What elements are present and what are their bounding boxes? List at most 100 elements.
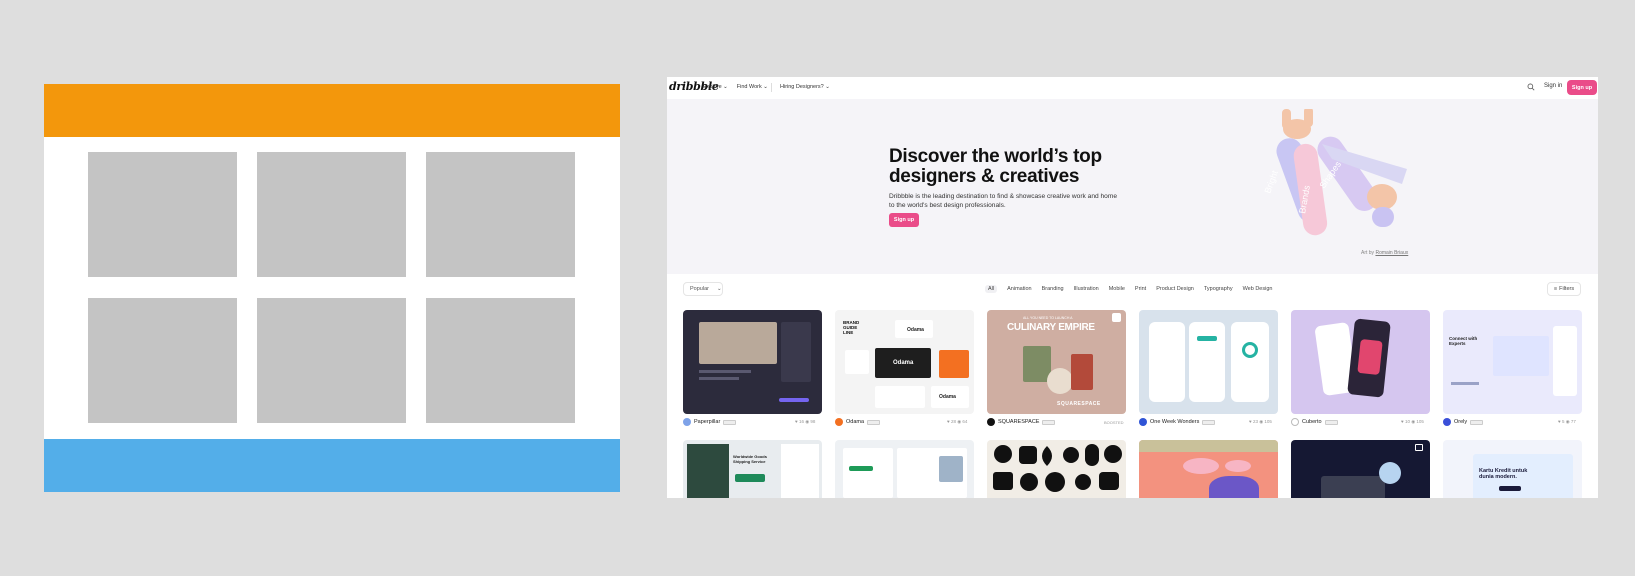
avatar[interactable]	[683, 418, 691, 426]
tab-web-design[interactable]: Web Design	[1243, 286, 1273, 293]
filter-row: Popular ⌄ All Animation Branding Illustr…	[667, 274, 1598, 302]
shot-meta: Odama ♥ 28 ◉ 64	[835, 417, 974, 427]
pattern-illustration	[993, 444, 1122, 492]
hero-description: Dribbble is the leading destination to f…	[889, 193, 1117, 209]
shot-card[interactable]	[835, 440, 974, 498]
nav-hiring-designers[interactable]: Hiring Designers? ⌄	[780, 84, 830, 90]
tab-animation[interactable]: Animation	[1007, 286, 1031, 293]
wireframe-footer-bar	[44, 439, 620, 492]
shot-card[interactable]: Worldwide Goods Shipping Service	[683, 440, 822, 498]
shot-card[interactable]	[1291, 440, 1430, 498]
tab-branding[interactable]: Branding	[1042, 286, 1064, 293]
tab-product-design[interactable]: Product Design	[1156, 286, 1194, 293]
shot-author[interactable]: One Week Wonders	[1150, 419, 1199, 425]
shot-card[interactable]	[1291, 310, 1430, 414]
hero-tag-text: Bright	[1262, 169, 1280, 195]
shot-card-text: Worldwide Goods Shipping Service	[733, 454, 767, 464]
shot-card[interactable]: Connect with Experts	[1443, 310, 1582, 414]
tab-print[interactable]: Print	[1135, 286, 1146, 293]
chevron-down-icon: ⌄	[716, 286, 722, 292]
shot-card-text: ALL YOU NEED TO LAUNCH A	[1023, 316, 1073, 320]
avatar[interactable]	[1443, 418, 1451, 426]
shot-card[interactable]	[1139, 310, 1278, 414]
avatar[interactable]	[1139, 418, 1147, 426]
avatar[interactable]	[987, 418, 995, 426]
hero-illustration: Bright Brands Shapes	[1262, 109, 1407, 236]
shot-author[interactable]: Paperpillar	[694, 419, 720, 425]
shot-likes: 28	[950, 419, 956, 424]
popular-label: Popular	[690, 286, 709, 292]
shot-sky-band	[1139, 440, 1278, 452]
shot-views: 64	[962, 419, 968, 424]
shot-author[interactable]: Odama	[846, 419, 864, 425]
shot-card[interactable]	[987, 440, 1126, 498]
shot-likes: 16	[798, 419, 804, 424]
top-nav: dribbble Explore ⌄ Find Work ⌄ Hiring De…	[667, 77, 1598, 99]
shot-card[interactable]: BRAND GUIDE LINE Odama Odama Odama	[835, 310, 974, 414]
tab-typography[interactable]: Typography	[1204, 286, 1233, 293]
wireframe-grid-box	[88, 152, 237, 277]
shot-accent-bar	[735, 474, 765, 482]
phone-mockup	[1149, 322, 1185, 402]
shot-sidebar-panel	[781, 322, 811, 382]
shot-meta: One Week Wonders ♥ 23 ◉ 105	[1139, 417, 1278, 427]
dribbble-screenshot: dribbble Explore ⌄ Find Work ⌄ Hiring De…	[667, 77, 1598, 498]
shot-text-line	[1451, 382, 1479, 385]
phone-mockup	[1189, 322, 1225, 402]
shot-card[interactable]: ALL YOU NEED TO LAUNCH A CULINARY EMPIRE…	[987, 310, 1126, 414]
sign-in-link[interactable]: Sign in	[1544, 83, 1562, 89]
shot-text-line	[699, 370, 751, 373]
shot-author[interactable]: Orely	[1454, 419, 1467, 425]
wireframe-grid-box	[257, 152, 406, 277]
filters-button[interactable]: ≡ Filters	[1547, 282, 1581, 296]
hero-title: Discover the world’s top designers & cre…	[889, 146, 1102, 187]
shot-card-text: Connect with Experts	[1449, 336, 1478, 346]
avatar[interactable]	[835, 418, 843, 426]
shot-views: 105	[1264, 419, 1272, 424]
shot-card-text: CULINARY EMPIRE	[1007, 322, 1095, 333]
layout-wireframe	[44, 84, 620, 492]
shot-card[interactable]	[1139, 440, 1278, 498]
tab-mobile[interactable]: Mobile	[1109, 286, 1125, 293]
search-icon[interactable]	[1527, 83, 1535, 91]
art-credit-author-link[interactable]: Romain Briaux	[1375, 250, 1408, 256]
shot-product-image	[1047, 368, 1073, 394]
shot-panel	[939, 350, 969, 378]
shot-panel	[781, 444, 819, 498]
nav-find-work[interactable]: Find Work ⌄	[737, 84, 768, 90]
shot-illustration-shape	[1225, 460, 1251, 472]
shot-accent-bar	[849, 466, 873, 471]
nav-divider	[771, 83, 772, 92]
video-icon	[1415, 444, 1423, 451]
boosted-label: BOOSTED	[1104, 419, 1124, 425]
shot-meta: SQUARESPACE BOOSTED	[987, 417, 1126, 427]
shot-accent-bar	[1197, 336, 1217, 341]
shot-meta: Cuberto ♥ 10 ◉ 105	[1291, 417, 1430, 427]
nav-explore[interactable]: Explore ⌄	[703, 84, 728, 90]
shot-card[interactable]: Kartu Kredit untuk dunia modern.	[1443, 440, 1582, 498]
pro-badge	[1324, 419, 1338, 425]
sign-up-button[interactable]: Sign up	[1567, 80, 1597, 95]
shot-stats: ♥ 28 ◉ 64	[947, 419, 968, 424]
progress-ring	[1242, 342, 1258, 358]
shot-card-text: SQUARESPACE	[1057, 401, 1101, 407]
pro-badge	[1042, 419, 1056, 425]
shot-meta: Orely ♥ 5 ◉ 77	[1443, 417, 1582, 427]
avatar[interactable]	[1291, 418, 1299, 426]
shot-author[interactable]: Cuberto	[1302, 419, 1322, 425]
shot-card-text: Odama	[939, 394, 956, 400]
shot-stats: ♥ 10 ◉ 105	[1401, 419, 1424, 424]
art-credit: Art by Romain Briaux	[1361, 250, 1408, 256]
popular-dropdown[interactable]: Popular ⌄	[683, 282, 723, 296]
shot-likes: 10	[1404, 419, 1410, 424]
shot-product-image	[1071, 354, 1093, 390]
tab-all[interactable]: All	[985, 285, 998, 293]
hero-sign-up-button[interactable]: Sign up	[889, 213, 919, 227]
shot-author[interactable]: SQUARESPACE	[998, 419, 1039, 425]
shot-card[interactable]	[683, 310, 822, 414]
tab-illustration[interactable]: Illustration	[1074, 286, 1099, 293]
pro-badge	[1470, 419, 1484, 425]
shot-views: 98	[810, 419, 816, 424]
shot-card-text: Kartu Kredit untuk dunia modern.	[1479, 468, 1528, 480]
shot-thumbnail-image	[1357, 338, 1383, 376]
